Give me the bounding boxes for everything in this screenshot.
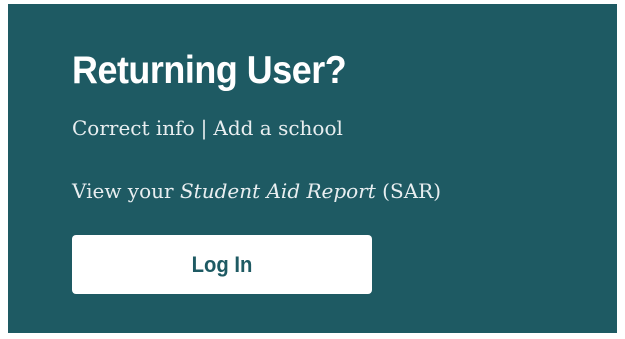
link-separator: | xyxy=(200,116,208,140)
returning-user-card: Returning User? Correct info | Add a schoo… xyxy=(8,4,617,333)
sar-suffix: (SAR) xyxy=(375,179,441,203)
account-links: Correct info | Add a school xyxy=(72,116,343,140)
login-button-label: Log In xyxy=(191,251,253,277)
add-school-link[interactable]: Add a school xyxy=(213,116,343,140)
sar-report-name: Student Aid Report xyxy=(179,179,376,203)
card-title: Returning User? xyxy=(72,49,347,92)
sar-prefix: View your xyxy=(72,179,180,203)
view-sar-link[interactable]: View your Student Aid Report (SAR) xyxy=(72,179,441,203)
login-button[interactable]: Log In xyxy=(72,235,372,294)
correct-info-link[interactable]: Correct info xyxy=(72,116,195,140)
